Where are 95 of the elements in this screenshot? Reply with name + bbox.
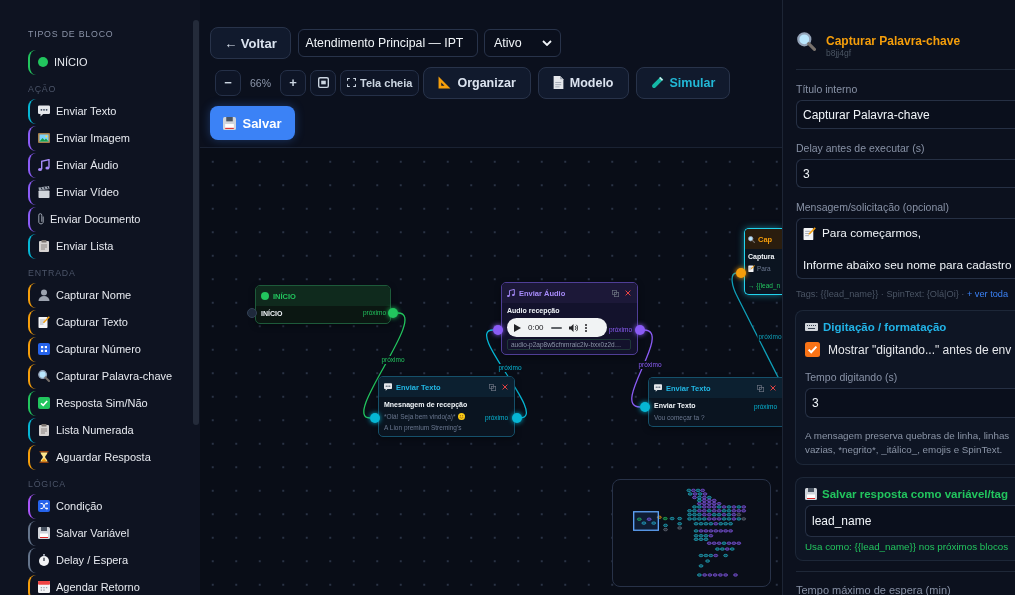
field-label: Título interno (796, 83, 858, 96)
memo-icon (748, 265, 755, 272)
text-input[interactable]: 3 (796, 159, 1015, 188)
picture-icon (38, 132, 50, 144)
zoom-level: 66% (250, 76, 271, 89)
input-port[interactable] (370, 413, 380, 423)
block-type-item[interactable]: Salvar Variável (28, 520, 193, 546)
output-port[interactable] (388, 308, 398, 318)
flow-name-input[interactable]: Atendimento Principal — IPT (297, 29, 478, 57)
audio-timeline-track[interactable] (550, 326, 562, 329)
test-tube-icon (650, 76, 664, 89)
close-icon[interactable] (502, 384, 508, 390)
simulate-button[interactable]: Simular (635, 66, 731, 99)
input-port[interactable] (247, 308, 257, 318)
dot-icon (38, 57, 48, 67)
field-label: Mensagem/solicitação (opcional) (796, 201, 949, 214)
hourglass-icon (38, 451, 50, 463)
help-text: A mensagem preserva quebras de linha, linhas vazias, *negrito*, _itálico_, emojis e SpinText. (805, 428, 1011, 457)
clipboard-icon (38, 424, 50, 436)
number-tile-icon (38, 343, 50, 355)
checkbox[interactable] (805, 342, 820, 357)
block-type-item[interactable]: Agendar Retorno (28, 574, 193, 595)
field-label: Tempo máximo de espera (min) (796, 583, 951, 595)
copy-icon[interactable] (489, 383, 496, 391)
section-title: ENTRADA (28, 266, 76, 279)
field-label: Tempo digitando (s) (805, 370, 898, 384)
page-icon (552, 76, 564, 89)
output-port[interactable] (635, 325, 645, 335)
dot-icon (261, 292, 269, 300)
smiley-icon (457, 413, 465, 420)
music-note-icon (38, 159, 50, 171)
copy-icon[interactable] (612, 289, 619, 297)
save-button[interactable]: Salvar (210, 106, 295, 140)
sidebar-title: TIPOS DE BLOCO (28, 28, 114, 40)
close-icon[interactable] (770, 385, 776, 391)
card-title: Salvar resposta como variável/tag (822, 487, 1008, 500)
zoom-out-button[interactable]: − (215, 69, 241, 96)
play-icon[interactable] (514, 323, 521, 332)
field-label: Delay antes de executar (s) (796, 142, 925, 155)
section-title: AÇÃO (28, 82, 57, 95)
person-icon (38, 289, 50, 301)
organize-button[interactable]: Organizar (423, 66, 531, 99)
clapper-icon (38, 186, 50, 198)
search-icon (748, 235, 755, 243)
block-type-item[interactable]: Aguardar Resposta (28, 444, 193, 470)
fit-view-icon (317, 77, 329, 88)
input-port[interactable] (493, 325, 503, 335)
keyboard-icon (805, 322, 818, 331)
number-input[interactable]: 3 (805, 387, 1015, 418)
close-icon[interactable] (625, 290, 631, 296)
copy-icon[interactable] (757, 384, 764, 392)
block-type-item[interactable]: Condição (28, 493, 193, 519)
tags-hint: Tags: {{lead_name}} · SpinText: {Olá|Oi} · + ver toda (796, 288, 1009, 300)
block-id: b8jj4gf (826, 48, 852, 58)
speaker-icon[interactable] (568, 323, 578, 332)
scrollbar[interactable] (193, 20, 199, 425)
variable-input[interactable]: lead_name (805, 504, 1015, 537)
template-button[interactable]: Modelo (537, 66, 629, 99)
message-textarea[interactable]: Para começarmos, Informe abaixo seu nome para cadastro (796, 218, 1015, 279)
stopwatch-icon (38, 554, 50, 566)
speech-bubble-icon (38, 105, 50, 117)
block-type-item[interactable]: Delay / Espera (28, 547, 193, 573)
paperclip-icon (38, 213, 44, 225)
memo-icon (803, 227, 816, 240)
zoom-in-button[interactable]: + (280, 69, 306, 96)
clipboard-icon (38, 240, 50, 252)
block-type-item[interactable]: Lista Numerada (28, 417, 193, 443)
speech-bubble-icon (654, 384, 662, 392)
fullscreen-button[interactable]: Tela cheia (340, 69, 420, 96)
inspector-title: Capturar Palavra-chave (826, 34, 961, 48)
shuffle-icon (38, 500, 50, 512)
music-note-icon (507, 289, 515, 297)
back-button[interactable]: ← Voltar (210, 27, 291, 59)
check-tile-icon (38, 397, 50, 409)
search-icon (38, 370, 50, 382)
status-select[interactable]: Ativo (484, 29, 561, 57)
output-port[interactable] (512, 413, 522, 423)
text-input[interactable]: Capturar Palavra-chave (796, 100, 1015, 129)
input-port[interactable] (640, 402, 650, 412)
calendar-icon (38, 581, 50, 593)
input-port[interactable] (736, 268, 746, 278)
minimap-drawing[interactable] (612, 479, 771, 587)
more-icon[interactable] (584, 323, 587, 332)
memo-icon (38, 316, 50, 328)
variable-hint: Usa como: {{lead_name}} nos próximos blocos (805, 540, 1009, 553)
speech-bubble-icon (384, 383, 392, 391)
checkbox-label[interactable]: Mostrar "digitando..." antes de env (828, 342, 1012, 357)
view-all-link[interactable]: + ver toda (966, 288, 1009, 299)
search-icon (797, 32, 816, 51)
audio-time: 0:00 (528, 323, 544, 332)
fullscreen-icon (347, 78, 356, 87)
fit-view-button[interactable] (310, 69, 336, 96)
chevron-down-icon (542, 40, 552, 46)
card-title: Digitação / formatação (823, 320, 947, 333)
section-title: LÓGICA (28, 477, 67, 490)
